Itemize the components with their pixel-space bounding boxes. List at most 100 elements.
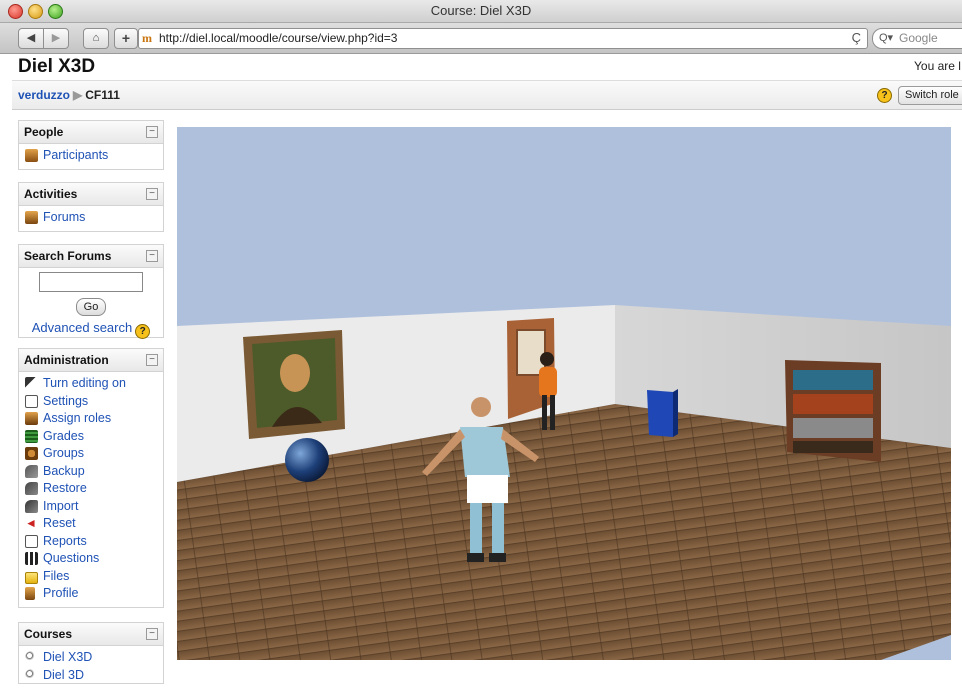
- activities-block-header: Activities −: [19, 183, 163, 206]
- questions-link[interactable]: Questions: [25, 550, 157, 568]
- collapse-icon[interactable]: −: [146, 126, 158, 138]
- bookshelf-icon[interactable]: [785, 360, 881, 462]
- backup-label: Backup: [43, 463, 85, 478]
- search-forums-block-title: Search Forums: [24, 249, 112, 263]
- edit-icon: [25, 377, 38, 390]
- forum-search-input[interactable]: [39, 272, 143, 292]
- turn-editing-on-label: Turn editing on: [43, 376, 126, 390]
- window-titlebar: Course: Diel X3D: [0, 0, 962, 23]
- course-label: Diel 3D: [43, 667, 84, 682]
- settings-link[interactable]: Settings: [25, 393, 157, 411]
- groups-label: Groups: [43, 446, 84, 460]
- restore-icon: [25, 482, 38, 495]
- grades-label: Grades: [43, 428, 84, 443]
- people-block-header: People −: [19, 121, 163, 144]
- restore-link[interactable]: Restore: [25, 480, 157, 498]
- course-link-diel-3d[interactable]: Diel 3D: [25, 667, 157, 685]
- reset-icon: ◄: [25, 516, 37, 530]
- import-label: Import: [43, 498, 79, 513]
- profile-label: Profile: [43, 586, 79, 600]
- files-link[interactable]: Files: [25, 568, 157, 586]
- people-block-title: People: [24, 125, 64, 139]
- people-block: People − Participants: [18, 120, 164, 170]
- forums-label: Forums: [43, 210, 86, 224]
- forum-icon: [25, 211, 38, 224]
- course-icon: [25, 668, 38, 682]
- collapse-icon[interactable]: −: [146, 250, 158, 262]
- go-button[interactable]: Go: [76, 298, 106, 316]
- activities-block-title: Activities: [24, 187, 78, 201]
- breadcrumb-separator-icon: ▶: [73, 88, 83, 102]
- assign-roles-label: Assign roles: [43, 411, 112, 425]
- import-icon: [25, 499, 38, 513]
- forward-button[interactable]: ▶: [43, 28, 69, 49]
- participants-link[interactable]: Participants: [25, 147, 157, 165]
- search-forums-block-header: Search Forums −: [19, 245, 163, 268]
- window-title: Course: Diel X3D: [430, 3, 532, 18]
- settings-icon: [25, 394, 38, 408]
- administration-block-header: Administration −: [19, 349, 163, 372]
- moodle-favicon-icon: m: [142, 31, 152, 45]
- groups-link[interactable]: Groups: [25, 445, 157, 463]
- collapse-icon[interactable]: −: [146, 354, 158, 366]
- search-forums-block: Search Forums − Go Advanced search?: [18, 244, 164, 339]
- activities-block: Activities − Forums: [18, 182, 164, 232]
- help-icon[interactable]: ?: [135, 324, 151, 339]
- course-label: Diel X3D: [43, 650, 93, 664]
- collapse-icon[interactable]: −: [146, 188, 158, 200]
- course-link-diel-x3d[interactable]: Diel X3D: [25, 649, 157, 667]
- questions-label: Questions: [43, 551, 100, 565]
- breadcrumb-current: CF111: [85, 88, 120, 102]
- reports-label: Reports: [43, 533, 87, 548]
- home-button[interactable]: ⌂: [83, 28, 109, 49]
- back-button[interactable]: ◀: [18, 28, 44, 49]
- forums-link[interactable]: Forums: [25, 209, 157, 227]
- breadcrumb-home-link[interactable]: verduzzo: [18, 88, 70, 102]
- turn-editing-on-link[interactable]: Turn editing on: [25, 375, 157, 393]
- files-label: Files: [43, 568, 70, 583]
- advanced-search-row: Advanced search?: [19, 320, 163, 339]
- reload-icon[interactable]: Ç: [852, 30, 861, 45]
- url-text[interactable]: http://diel.local/moodle/course/view.php…: [159, 31, 397, 45]
- assign-roles-link[interactable]: Assign roles: [25, 410, 157, 428]
- import-link[interactable]: Import: [25, 498, 157, 516]
- search-field[interactable]: Q▾ Google: [872, 28, 962, 49]
- participants-icon: [25, 149, 38, 162]
- grades-icon: [25, 429, 38, 443]
- backup-link[interactable]: Backup: [25, 463, 157, 481]
- x3d-viewport[interactable]: [177, 127, 951, 660]
- switch-role-button[interactable]: Switch role: [898, 86, 962, 105]
- profile-icon: [25, 587, 35, 600]
- reset-label: Reset: [43, 516, 76, 530]
- reports-link[interactable]: Reports: [25, 533, 157, 551]
- reports-icon: [25, 534, 38, 548]
- x3d-scene-canvas[interactable]: [177, 127, 951, 660]
- reset-link[interactable]: ◄ Reset: [25, 515, 157, 533]
- administration-block: Administration − Turn editing on Setting…: [18, 348, 164, 608]
- navbar: verduzzo ▶ CF111 ? Switch role: [12, 80, 962, 110]
- backup-icon: [25, 464, 38, 478]
- administration-block-title: Administration: [24, 353, 109, 367]
- help-icon[interactable]: ?: [877, 88, 892, 103]
- collapse-icon[interactable]: −: [146, 628, 158, 640]
- roles-icon: [25, 412, 38, 425]
- profile-link[interactable]: Profile: [25, 585, 157, 603]
- settings-label: Settings: [43, 393, 89, 408]
- site-title: Diel X3D: [18, 56, 96, 77]
- course-icon: [25, 651, 38, 664]
- courses-block-title: Courses: [24, 627, 73, 641]
- blue-book-icon[interactable]: [647, 389, 678, 437]
- breadcrumb: verduzzo ▶ CF111: [18, 88, 120, 102]
- groups-icon: [25, 447, 38, 460]
- folder-icon: [25, 571, 38, 584]
- courses-block: Courses − Diel X3D Diel 3D: [18, 622, 164, 684]
- grades-link[interactable]: Grades: [25, 428, 157, 446]
- advanced-search-link[interactable]: Advanced search: [32, 320, 132, 335]
- courses-block-header: Courses −: [19, 623, 163, 646]
- browser-toolbar: ◀ ▶ ⌂ + m http://diel.local/moodle/cours…: [0, 23, 962, 54]
- add-bookmark-button[interactable]: +: [114, 28, 138, 49]
- address-bar[interactable]: m http://diel.local/moodle/course/view.p…: [138, 28, 868, 49]
- globe-icon[interactable]: [285, 438, 329, 482]
- login-info: You are l: [914, 59, 961, 73]
- mona-lisa-painting-icon[interactable]: [243, 330, 345, 439]
